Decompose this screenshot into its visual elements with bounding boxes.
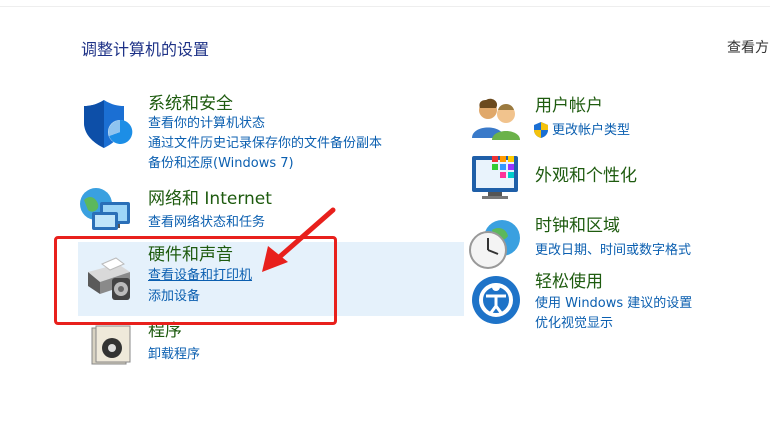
clock-globe-icon xyxy=(469,220,520,269)
category-title[interactable]: 轻松使用 xyxy=(535,272,603,292)
uac-shield-icon xyxy=(534,122,548,138)
link-optimize-display[interactable]: 优化视觉显示 xyxy=(535,315,613,333)
programs-icon xyxy=(91,325,131,365)
category-title[interactable]: 用户帐户 xyxy=(535,96,603,116)
link-change-account-type[interactable]: 更改帐户类型 xyxy=(552,122,630,140)
link-uninstall[interactable]: 卸载程序 xyxy=(148,346,200,364)
link-change-date-time[interactable]: 更改日期、时间或数字格式 xyxy=(535,242,691,260)
ease-of-access-icon xyxy=(472,276,520,324)
annotation-highlight-box xyxy=(54,236,337,325)
page-title: 调整计算机的设置 xyxy=(81,40,210,59)
link-recommended-settings[interactable]: 使用 Windows 建议的设置 xyxy=(535,295,692,313)
appearance-monitor-icon xyxy=(472,156,518,199)
link-check-status[interactable]: 查看你的计算机状态 xyxy=(148,115,265,133)
link-backup-restore[interactable]: 备份和还原(Windows 7) xyxy=(148,155,294,173)
category-title[interactable]: 外观和个性化 xyxy=(535,166,637,186)
category-title[interactable]: 网络和 Internet xyxy=(148,189,272,209)
link-network-status[interactable]: 查看网络状态和任务 xyxy=(148,214,265,232)
category-title[interactable]: 时钟和区域 xyxy=(535,216,620,236)
network-globe-icon xyxy=(80,188,130,230)
category-title[interactable]: 系统和安全 xyxy=(148,94,233,114)
users-icon xyxy=(472,98,520,140)
view-by-dropdown[interactable]: 查看方 xyxy=(727,37,769,57)
window-top-edge xyxy=(0,0,770,7)
link-file-history[interactable]: 通过文件历史记录保存你的文件备份副本 xyxy=(148,135,382,153)
shield-icon xyxy=(84,100,133,148)
